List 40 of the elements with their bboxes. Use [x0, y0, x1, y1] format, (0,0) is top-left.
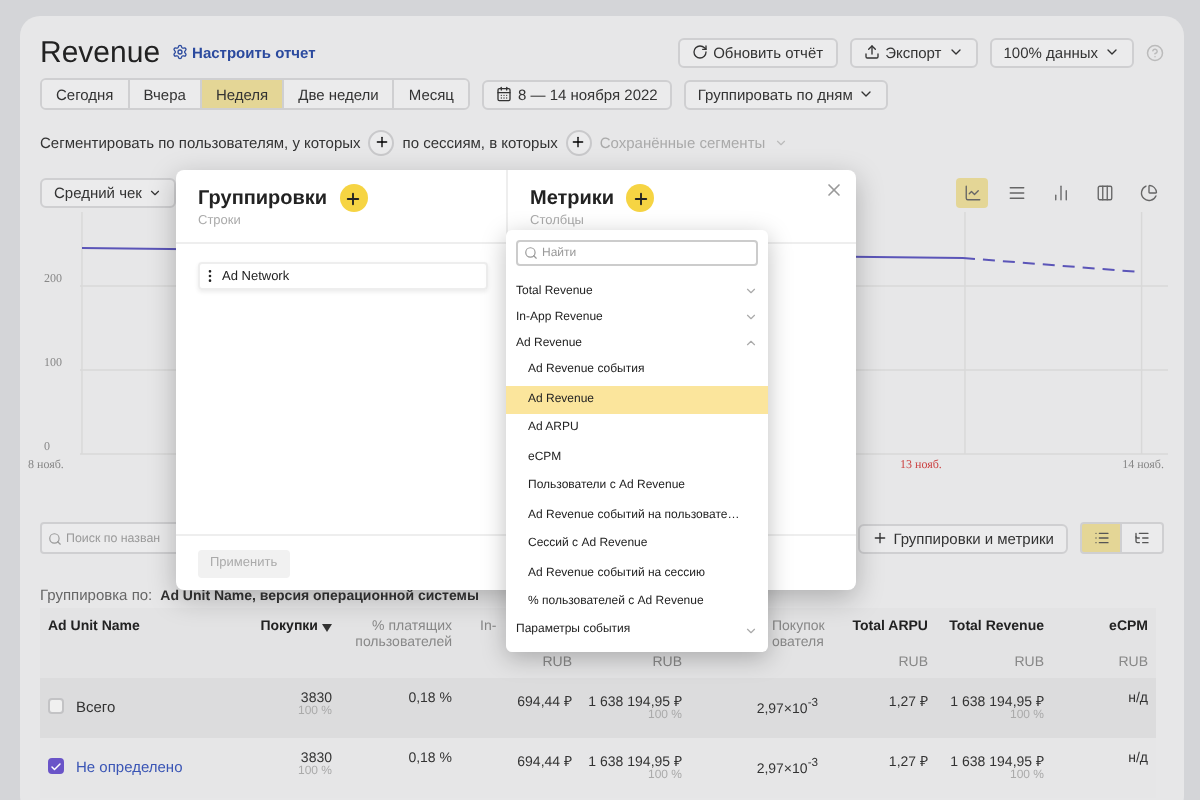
upload-icon — [863, 44, 880, 60]
line-chart-icon — [963, 183, 981, 201]
chevron-down-icon — [744, 623, 758, 637]
plus-icon — [344, 189, 363, 207]
add-segment-button[interactable] — [368, 129, 395, 155]
pane-title: Метрики — [530, 187, 615, 209]
chart-type-button[interactable] — [956, 177, 988, 207]
search-icon — [48, 531, 62, 545]
add-metric-button[interactable] — [626, 184, 655, 212]
report-title: Revenue — [40, 35, 161, 69]
refresh-icon — [691, 44, 708, 60]
chevron-up-icon — [744, 336, 758, 350]
settings-icon — [172, 44, 189, 60]
chevron-down-icon — [947, 44, 964, 60]
check-icon — [50, 759, 62, 773]
chevron-down-icon — [147, 185, 162, 199]
chevron-down-icon — [773, 135, 788, 149]
plus-icon — [631, 189, 650, 207]
pane-title: Группировки — [198, 187, 328, 209]
chevron-down-icon — [858, 86, 875, 102]
close-icon — [824, 180, 844, 200]
search-icon — [524, 246, 538, 260]
row-checkbox[interactable] — [48, 758, 64, 774]
columns-icon — [1095, 183, 1113, 201]
tree-icon — [1134, 530, 1150, 546]
chevron-down-icon — [1104, 44, 1120, 60]
calendar-icon — [495, 86, 512, 102]
add-segment-button[interactable] — [565, 129, 592, 155]
pie-chart-icon — [1139, 183, 1157, 201]
list-icon — [1093, 530, 1109, 546]
plus-icon — [570, 134, 587, 150]
add-grouping-button[interactable] — [339, 184, 368, 212]
plus-icon — [373, 134, 390, 150]
bar-chart-icon — [1051, 183, 1069, 201]
view-toggle-button[interactable] — [1080, 522, 1122, 554]
stacked-lines-icon — [1007, 183, 1025, 201]
close-button[interactable] — [824, 180, 844, 200]
view-toggle-button[interactable] — [1122, 522, 1164, 554]
plus-icon — [871, 530, 888, 546]
row-checkbox[interactable] — [48, 698, 64, 714]
